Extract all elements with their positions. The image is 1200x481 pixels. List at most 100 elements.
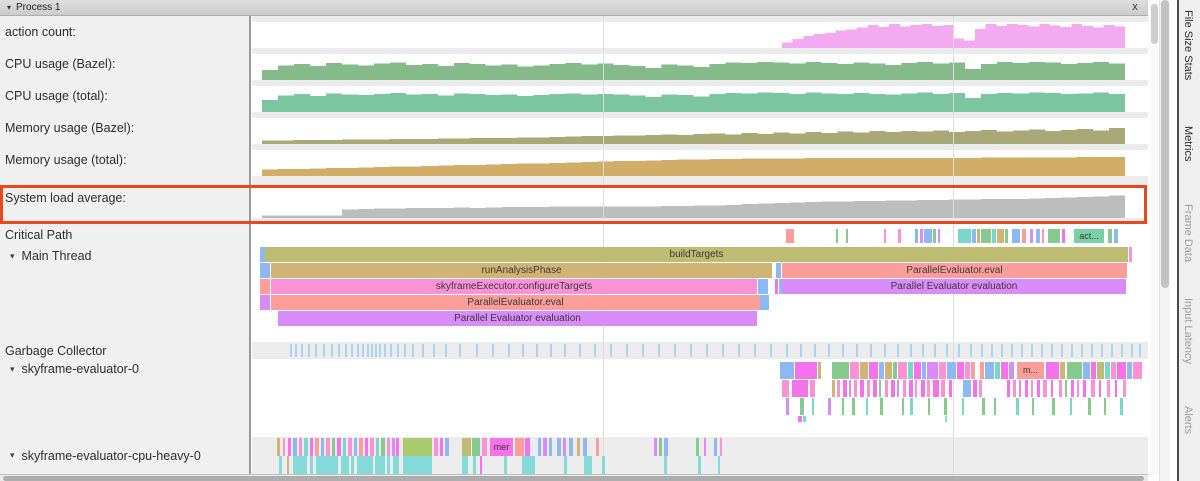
skyframe-evaluator-0-slice[interactable] bbox=[1083, 380, 1086, 397]
skyframe-evaluator-0-slice[interactable] bbox=[1115, 380, 1117, 397]
skyframe-evaluator-0-slice[interactable] bbox=[944, 398, 947, 415]
critical-path-slice[interactable] bbox=[836, 229, 838, 243]
skyframe-evaluator-0-slice[interactable] bbox=[985, 362, 994, 379]
skyframe-evaluator-cpu-heavy-0-slice[interactable] bbox=[704, 438, 706, 456]
skyframe-evaluator-cpu-heavy-0-slice[interactable] bbox=[504, 456, 507, 474]
cpu-total-chart[interactable] bbox=[252, 86, 1148, 112]
skyframe-evaluator-0-slice[interactable] bbox=[782, 380, 789, 397]
gc-tick[interactable] bbox=[384, 344, 386, 357]
sys-load-chart[interactable] bbox=[252, 186, 1148, 218]
skyframe-evaluator-0-slice[interactable] bbox=[1127, 362, 1132, 379]
gc-tick[interactable] bbox=[1051, 344, 1053, 357]
skyframe-evaluator-cpu-heavy-0-slice[interactable] bbox=[326, 438, 330, 456]
skyframe-evaluator-0-slice[interactable] bbox=[1133, 362, 1142, 379]
gc-tick[interactable] bbox=[800, 344, 802, 357]
skyframe-evaluator-0-slice[interactable] bbox=[1052, 398, 1055, 415]
gc-tick[interactable] bbox=[308, 344, 310, 357]
outer-scrollbar-thumb[interactable] bbox=[1161, 0, 1169, 288]
skyframe-evaluator-0-slice[interactable] bbox=[832, 362, 849, 379]
skyframe-evaluator-cpu-heavy-0-slice[interactable] bbox=[277, 438, 280, 456]
skyframe-evaluator-cpu-heavy-0-slice[interactable] bbox=[287, 456, 289, 474]
gc-tick[interactable] bbox=[754, 344, 756, 357]
critical-path-slice[interactable] bbox=[920, 229, 923, 243]
skyframe-evaluator-cpu-heavy-0-slice[interactable] bbox=[473, 456, 476, 474]
skyframe-evaluator-0-slice[interactable] bbox=[963, 380, 971, 397]
critical-path-slice[interactable] bbox=[898, 229, 901, 243]
skyframe-evaluator-cpu-heavy-0-slice[interactable] bbox=[359, 438, 363, 456]
skyframe-evaluator-0-slice[interactable] bbox=[893, 362, 897, 379]
skyframe-evaluator-cpu-heavy-0-slice[interactable] bbox=[698, 456, 701, 474]
skyframe-evaluator-cpu-heavy-0-slice[interactable] bbox=[583, 438, 587, 456]
skyframe-evaluator-0-slice[interactable] bbox=[1001, 362, 1008, 379]
skyframe-evaluator-0-slice[interactable] bbox=[860, 362, 868, 379]
skyframe-evaluator-cpu-heavy-0-slice[interactable] bbox=[403, 456, 432, 474]
critical-path-slice[interactable] bbox=[1048, 229, 1060, 243]
skyframe-evaluator-0-slice[interactable] bbox=[980, 362, 984, 379]
gc-tick[interactable] bbox=[476, 344, 478, 357]
critical-path-slice[interactable] bbox=[933, 229, 936, 243]
skyframe-evaluator-0-slice[interactable] bbox=[1065, 380, 1067, 397]
skyframe-evaluator-cpu-heavy-0-slice[interactable] bbox=[279, 456, 282, 474]
skyframe-evaluator-0-slice[interactable] bbox=[1019, 380, 1021, 397]
skyframe-evaluator-cpu-heavy-0-slice[interactable] bbox=[310, 438, 313, 456]
skyframe-evaluator-0-slice[interactable] bbox=[1083, 362, 1090, 379]
critical-path-slice[interactable] bbox=[1022, 229, 1026, 243]
gc-tick[interactable] bbox=[828, 344, 830, 357]
expand-triangle-icon[interactable]: ▾ bbox=[10, 364, 15, 375]
critical-path-slice[interactable] bbox=[938, 229, 940, 243]
skyframe-evaluator-cpu-heavy-0-slice[interactable] bbox=[525, 438, 530, 456]
skyframe-evaluator-0-slice[interactable] bbox=[982, 398, 985, 415]
gc-tick[interactable] bbox=[991, 344, 993, 357]
skyframe-evaluator-0-slice[interactable] bbox=[928, 398, 930, 415]
skyframe-evaluator-cpu-heavy-0-slice[interactable] bbox=[596, 438, 599, 456]
gc-tick[interactable] bbox=[1021, 344, 1023, 357]
skyframe-evaluator-0-slice[interactable] bbox=[1088, 398, 1091, 415]
gc-tick[interactable] bbox=[315, 344, 317, 357]
skyframe-evaluator-0-slice[interactable] bbox=[879, 362, 884, 379]
critical-path-slice[interactable] bbox=[1062, 229, 1065, 243]
track-label-cpu-bazel[interactable]: CPU usage (Bazel): bbox=[0, 48, 249, 80]
gc-tick[interactable] bbox=[658, 344, 660, 357]
gc-tick[interactable] bbox=[674, 344, 676, 357]
skyframe-evaluator-0-slice[interactable] bbox=[1117, 362, 1126, 379]
skyframe-evaluator-0-slice[interactable] bbox=[921, 380, 925, 397]
skyframe-evaluator-0-slice[interactable] bbox=[1025, 380, 1028, 397]
critical-path-slice[interactable] bbox=[884, 229, 886, 243]
inner-scrollbar-thumb[interactable] bbox=[1151, 4, 1158, 44]
skyframe-evaluator-cpu-heavy-0-slice[interactable] bbox=[288, 438, 291, 456]
skyframe-evaluator-0-slice[interactable] bbox=[795, 362, 817, 379]
skyframe-evaluator-0-slice[interactable] bbox=[903, 380, 906, 397]
skyframe-evaluator-0-slice[interactable] bbox=[1120, 398, 1123, 415]
gc-tick[interactable] bbox=[331, 344, 333, 357]
main-thread-slice[interactable] bbox=[760, 295, 769, 310]
gc-tick[interactable] bbox=[981, 344, 983, 357]
track-label-skyframe-evaluator-0[interactable]: ▾skyframe-evaluator-0 bbox=[0, 359, 249, 379]
skyframe-evaluator-0-slice[interactable] bbox=[850, 362, 859, 379]
main-thread-slice[interactable]: skyframeExecutor.configureTargets bbox=[271, 279, 757, 294]
skyframe-evaluator-0-slice[interactable] bbox=[914, 362, 921, 379]
critical-path-slice[interactable] bbox=[1012, 229, 1020, 243]
skyframe-evaluator-cpu-heavy-0-slice[interactable] bbox=[482, 438, 487, 456]
skyframe-evaluator-0-slice[interactable] bbox=[891, 380, 895, 397]
skyframe-evaluator-0-slice[interactable] bbox=[837, 380, 840, 397]
outer-vertical-scrollbar[interactable] bbox=[1159, 0, 1170, 481]
skyframe-evaluator-cpu-heavy-0-slice[interactable] bbox=[283, 438, 285, 456]
main-thread-slice[interactable]: Parallel Evaluator evaluation bbox=[782, 279, 1126, 294]
gc-tick[interactable] bbox=[910, 344, 912, 357]
cpu-bazel-chart[interactable] bbox=[252, 54, 1148, 80]
tab-metrics[interactable]: Metrics bbox=[1182, 126, 1194, 161]
skyframe-evaluator-cpu-heavy-0-slice[interactable] bbox=[351, 456, 354, 474]
gc-tick[interactable] bbox=[301, 344, 303, 357]
gc-tick[interactable] bbox=[412, 344, 414, 357]
skyframe-evaluator-cpu-heavy-0-slice[interactable] bbox=[343, 438, 346, 456]
skyframe-evaluator-0-slice[interactable] bbox=[1016, 398, 1019, 415]
track-label-mem-total[interactable]: Memory usage (total): bbox=[0, 144, 249, 176]
skyframe-evaluator-cpu-heavy-0-slice[interactable] bbox=[480, 456, 482, 474]
skyframe-evaluator-cpu-heavy-0-slice[interactable]: mer bbox=[490, 438, 513, 456]
critical-path-slice[interactable] bbox=[1114, 229, 1118, 243]
skyframe-evaluator-cpu-heavy-0-slice[interactable] bbox=[557, 438, 561, 456]
skyframe-evaluator-cpu-heavy-0-slice[interactable] bbox=[293, 456, 307, 474]
skyframe-evaluator-0-slice[interactable] bbox=[849, 380, 851, 397]
skyframe-evaluator-0-slice[interactable] bbox=[1105, 362, 1110, 379]
track-label-action-count[interactable]: action count: bbox=[0, 16, 249, 48]
